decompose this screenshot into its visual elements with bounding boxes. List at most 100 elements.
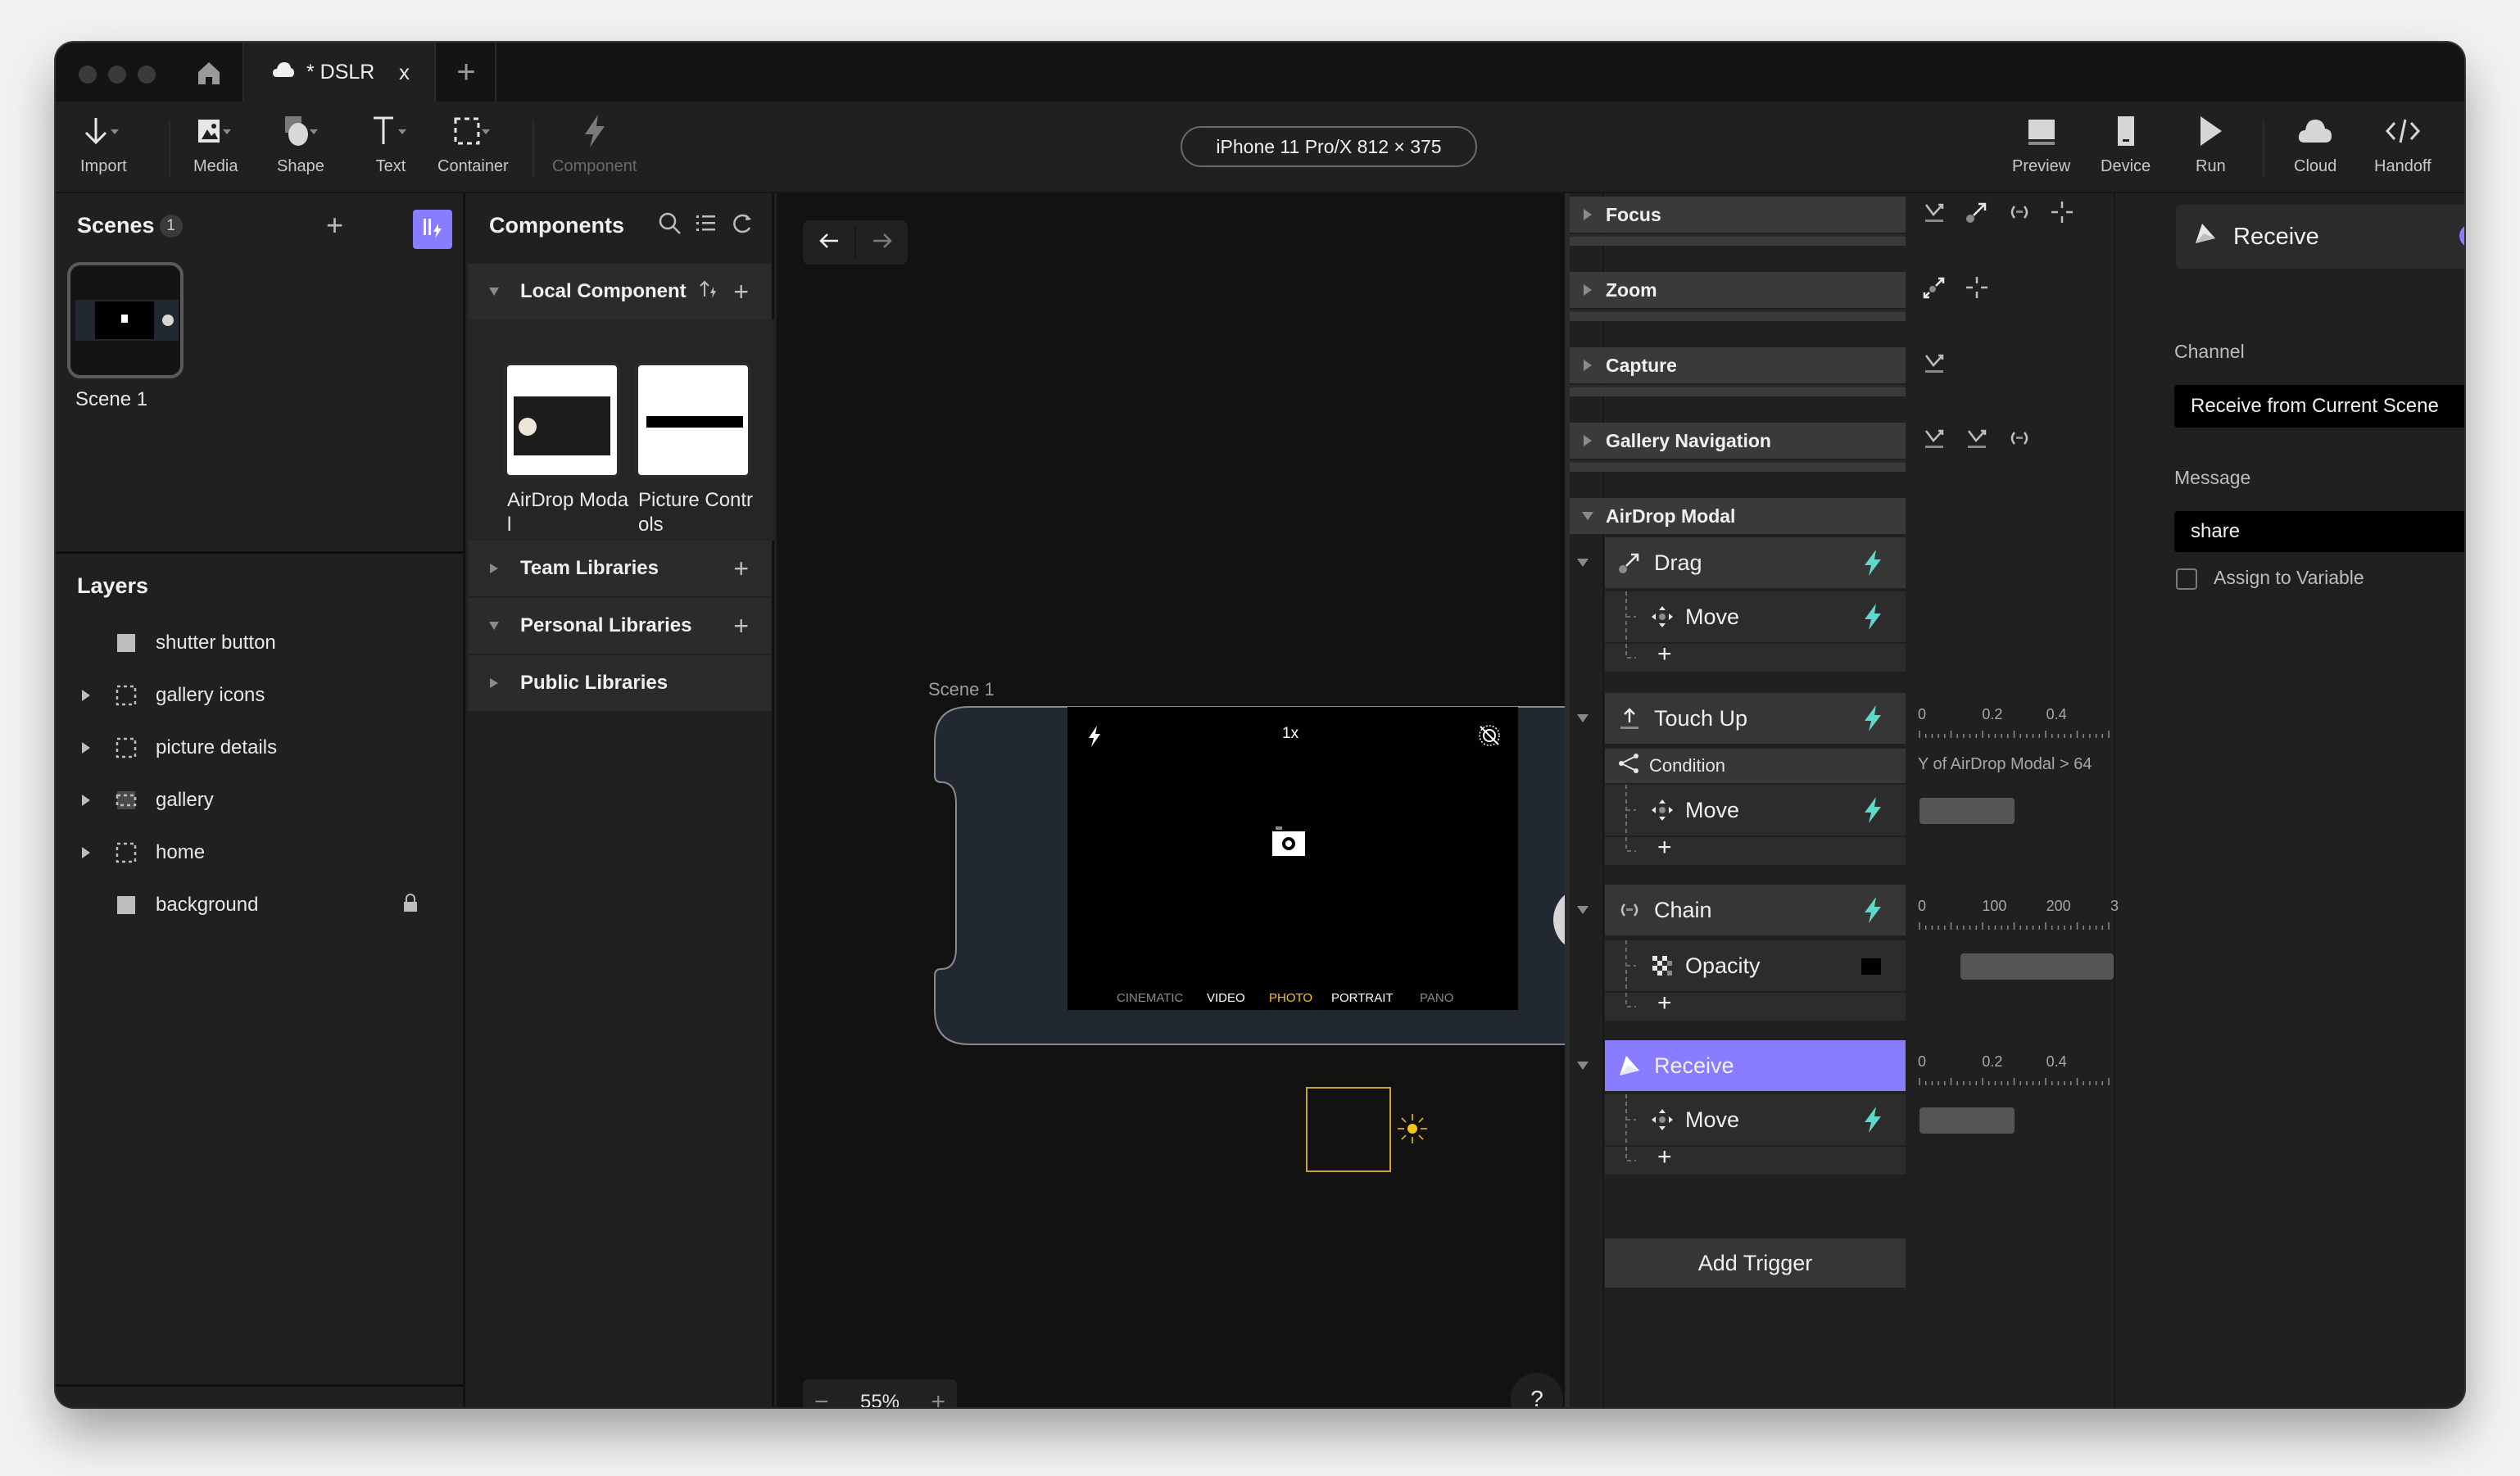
local-component-header[interactable]: Local Component + bbox=[468, 264, 772, 319]
public-libraries-row[interactable]: Public Libraries bbox=[468, 655, 772, 711]
trigger-collapse-caret-icon[interactable] bbox=[1576, 904, 1589, 919]
window-close-dot[interactable] bbox=[79, 66, 97, 84]
add-response-button[interactable]: + bbox=[1605, 989, 1906, 1021]
new-tab-button[interactable]: + bbox=[437, 43, 496, 102]
flash-icon[interactable] bbox=[1087, 725, 1102, 752]
crosshair-icon[interactable] bbox=[1965, 275, 1989, 304]
interaction-group-zoom[interactable]: Zoom bbox=[1570, 272, 1906, 308]
device-selector[interactable]: iPhone 11 Pro/X 812 × 375 bbox=[1181, 126, 1477, 167]
list-view-icon[interactable] bbox=[694, 211, 718, 240]
receive-enabled-toggle[interactable] bbox=[2459, 224, 2464, 247]
component-card-airdrop-modal[interactable] bbox=[504, 362, 620, 478]
trigger-touch-up[interactable]: Touch Up bbox=[1605, 693, 1906, 744]
bolt-icon[interactable] bbox=[1861, 896, 1884, 930]
tap-icon[interactable] bbox=[1922, 200, 1947, 229]
text-button[interactable]: Text bbox=[370, 111, 411, 176]
scene-flow-toggle-button[interactable] bbox=[413, 210, 452, 249]
layer-item[interactable]: background bbox=[56, 880, 463, 930]
bolt-icon[interactable] bbox=[1861, 603, 1884, 636]
response-move[interactable]: Move bbox=[1605, 1094, 1906, 1145]
window-minimize-dot[interactable] bbox=[108, 66, 126, 84]
camera-mode-portrait[interactable]: PORTRAIT bbox=[1331, 991, 1394, 1005]
import-button[interactable]: Import bbox=[80, 111, 127, 176]
layer-item[interactable]: home bbox=[56, 827, 463, 878]
camera-mode-photo[interactable]: PHOTO bbox=[1269, 991, 1312, 1005]
personal-libraries-row[interactable]: Personal Libraries + bbox=[468, 598, 772, 654]
scene-thumbnail[interactable] bbox=[67, 262, 184, 378]
expand-caret-icon[interactable] bbox=[56, 741, 108, 754]
search-icon[interactable] bbox=[658, 211, 682, 240]
device-button[interactable]: Device bbox=[2101, 111, 2151, 176]
container-button[interactable]: Container bbox=[437, 111, 509, 176]
bolt-icon[interactable] bbox=[1861, 549, 1884, 582]
crosshair-icon[interactable] bbox=[2050, 200, 2074, 229]
exposure-sun-icon[interactable] bbox=[1396, 1112, 1429, 1149]
add-scene-button[interactable]: + bbox=[326, 208, 343, 242]
trigger-receive[interactable]: Receive bbox=[1605, 1040, 1906, 1091]
layer-item[interactable]: picture details bbox=[56, 722, 463, 773]
trigger-drag[interactable]: Drag bbox=[1605, 537, 1906, 588]
zoom-level[interactable]: 55% bbox=[860, 1391, 900, 1407]
preview-button[interactable]: Preview bbox=[2012, 111, 2070, 176]
tab-close-button[interactable]: x bbox=[399, 60, 410, 85]
timeline-bar[interactable] bbox=[1960, 953, 2114, 980]
chain-icon[interactable] bbox=[2007, 426, 2032, 455]
trigger-collapse-caret-icon[interactable] bbox=[1576, 1060, 1589, 1075]
run-button[interactable]: Run bbox=[2196, 111, 2226, 176]
scene-1-label[interactable]: Scene 1 bbox=[75, 388, 147, 411]
expand-caret-icon[interactable] bbox=[56, 846, 108, 859]
canvas[interactable]: Scene 1 1x CINEMATIC VIDEO PHOTO PORTRAIT PA… bbox=[777, 193, 1567, 1407]
refresh-icon[interactable] bbox=[730, 211, 755, 240]
document-tab[interactable]: * DSLR x bbox=[242, 43, 436, 102]
add-trigger-button[interactable]: Add Trigger bbox=[1605, 1238, 1906, 1288]
opacity-color-swatch[interactable] bbox=[1861, 958, 1881, 975]
handoff-button[interactable]: Handoff bbox=[2374, 111, 2432, 176]
back-button[interactable] bbox=[803, 220, 854, 265]
response-move[interactable]: Move bbox=[1605, 591, 1906, 642]
camera-mode-cinematic[interactable]: CINEMATIC bbox=[1117, 991, 1183, 1005]
drag-icon[interactable] bbox=[1965, 200, 1989, 229]
layer-item[interactable]: gallery icons bbox=[56, 670, 463, 721]
camera-mode-video[interactable]: VIDEO bbox=[1207, 991, 1245, 1005]
cloud-button[interactable]: Cloud bbox=[2294, 111, 2336, 176]
message-input[interactable]: share bbox=[2174, 511, 2464, 552]
trigger-chain[interactable]: Chain bbox=[1605, 885, 1906, 935]
forward-button[interactable] bbox=[856, 220, 908, 265]
assign-to-variable-checkbox[interactable] bbox=[2176, 568, 2197, 590]
help-button[interactable]: ? bbox=[1511, 1373, 1563, 1407]
trigger-collapse-caret-icon[interactable] bbox=[1576, 557, 1589, 572]
bolt-icon[interactable] bbox=[1861, 796, 1884, 830]
add-team-library-button[interactable]: + bbox=[733, 554, 749, 584]
response-opacity[interactable]: Opacity bbox=[1605, 940, 1906, 991]
layer-item[interactable]: shutter button bbox=[56, 618, 463, 668]
timeline-bar[interactable] bbox=[1919, 1107, 2015, 1134]
bolt-icon[interactable] bbox=[1861, 704, 1884, 738]
add-response-button[interactable]: + bbox=[1605, 1143, 1906, 1175]
interaction-group-focus[interactable]: Focus bbox=[1570, 197, 1906, 233]
live-photo-off-icon[interactable] bbox=[1477, 723, 1502, 752]
response-move[interactable]: Move bbox=[1605, 785, 1906, 835]
camera-viewfinder[interactable]: 1x CINEMATIC VIDEO PHOTO PORTRAIT PANO bbox=[1067, 707, 1518, 1010]
tap-icon[interactable] bbox=[1922, 426, 1947, 455]
interaction-group-capture[interactable]: Capture bbox=[1570, 347, 1906, 383]
window-zoom-dot[interactable] bbox=[138, 66, 156, 84]
chain-icon[interactable] bbox=[2007, 200, 2032, 229]
add-response-button[interactable]: + bbox=[1605, 641, 1906, 672]
condition-row[interactable]: Condition bbox=[1605, 749, 1906, 783]
interaction-group-gallery-navigation[interactable]: Gallery Navigation bbox=[1570, 423, 1906, 459]
expand-caret-icon[interactable] bbox=[56, 794, 108, 807]
focus-box[interactable] bbox=[1306, 1087, 1391, 1172]
tap-icon[interactable] bbox=[1965, 426, 1989, 455]
component-button[interactable]: Component bbox=[552, 111, 637, 176]
zoom-out-button[interactable]: − bbox=[814, 1388, 829, 1407]
component-card-picture-controls[interactable] bbox=[635, 362, 751, 478]
add-local-component-button[interactable]: + bbox=[733, 277, 749, 307]
trigger-collapse-caret-icon[interactable] bbox=[1576, 713, 1589, 727]
tap-icon[interactable] bbox=[1922, 351, 1947, 379]
expand-caret-icon[interactable] bbox=[56, 689, 108, 702]
pinch-icon[interactable] bbox=[1922, 275, 1947, 304]
upload-bolt-icon[interactable] bbox=[698, 278, 719, 306]
bolt-icon[interactable] bbox=[1861, 1106, 1884, 1139]
camera-mode-pano[interactable]: PANO bbox=[1420, 991, 1453, 1005]
shape-button[interactable]: Shape bbox=[277, 111, 324, 176]
